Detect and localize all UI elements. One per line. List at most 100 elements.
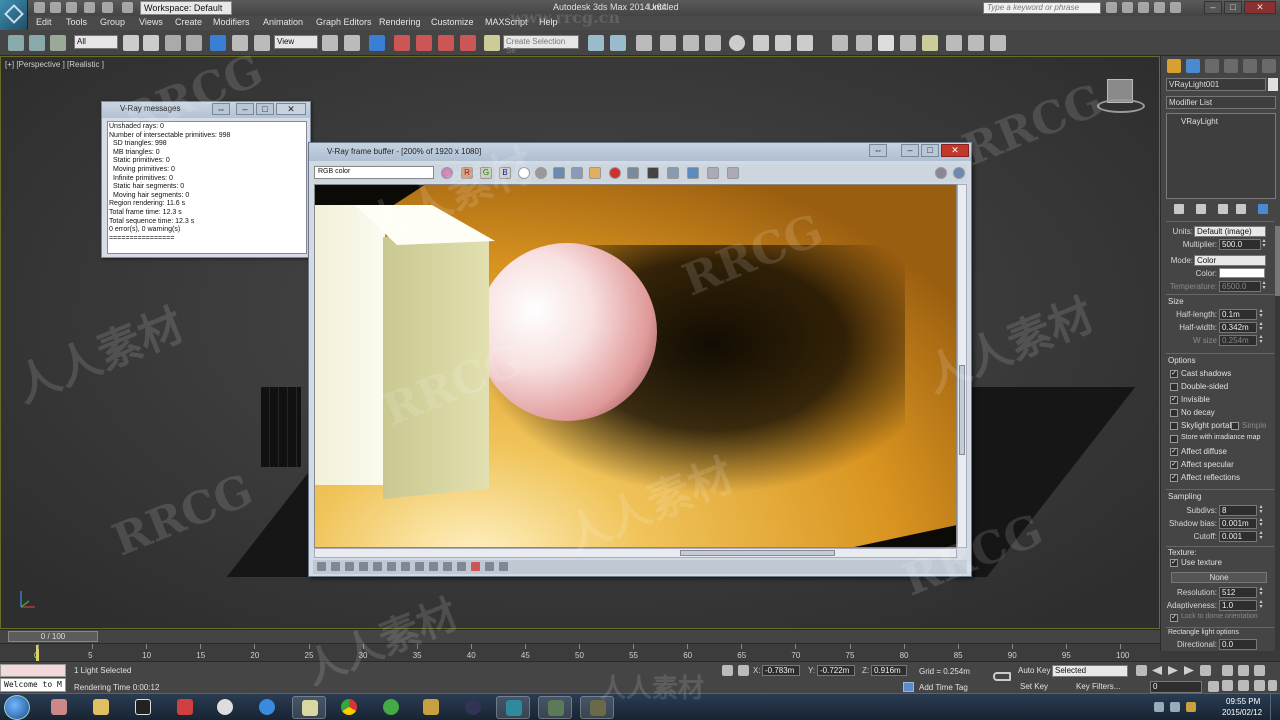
affect-specular-checkbox[interactable]: ✓	[1170, 461, 1178, 469]
maxscript-listener-output[interactable]: Welcome to M	[0, 678, 66, 692]
half-width-field[interactable]: 0.342m	[1219, 322, 1257, 333]
redo-icon[interactable]	[102, 2, 113, 13]
vfb-vertical-scrollbar[interactable]	[957, 184, 967, 548]
save-icon[interactable]	[66, 2, 77, 13]
configure-modifier-sets-icon[interactable]	[1258, 204, 1268, 214]
subdivs-field[interactable]: 8	[1219, 505, 1257, 516]
pivot-point-icon[interactable]	[322, 35, 338, 51]
affect-diffuse-checkbox[interactable]: ✓	[1170, 448, 1178, 456]
vfb-bottom-icon-12[interactable]	[471, 562, 480, 571]
mode-dropdown[interactable]: Color	[1194, 255, 1266, 266]
channel-dropdown[interactable]: RGB color	[314, 166, 434, 179]
y-coord-field[interactable]: -0.722m	[817, 665, 855, 676]
spinner-snap-icon[interactable]	[460, 35, 476, 51]
menu-views[interactable]: Views	[139, 17, 163, 27]
temperature-field[interactable]: 6500.0	[1219, 281, 1261, 292]
render-setup-icon[interactable]	[753, 35, 769, 51]
select-and-manipulate-icon[interactable]	[344, 35, 360, 51]
region-render-icon[interactable]	[667, 167, 679, 179]
select-and-rotate-icon[interactable]	[232, 35, 248, 51]
time-config-icon[interactable]	[1208, 681, 1219, 692]
taskbar-app-11[interactable]	[456, 696, 490, 719]
modify-tab-icon[interactable]	[1186, 59, 1200, 73]
zoom-all-icon[interactable]	[1238, 665, 1249, 676]
subdivs-spinner[interactable]: ▴ ▾	[1258, 504, 1264, 516]
vfb-bottom-icon-8[interactable]	[415, 562, 424, 571]
load-image-icon[interactable]	[571, 167, 583, 179]
double-sided-checkbox[interactable]	[1170, 383, 1178, 391]
taskbar-app-13[interactable]	[538, 696, 572, 719]
undo-icon[interactable]	[84, 2, 95, 13]
show-desktop-button[interactable]	[1270, 694, 1280, 720]
vfb-horizontal-scrollbar[interactable]	[314, 548, 957, 558]
menu-tools[interactable]: Tools	[66, 17, 87, 27]
align-icon[interactable]	[610, 35, 626, 51]
play-icon[interactable]	[1168, 666, 1178, 675]
taskbar-app-10[interactable]	[414, 696, 448, 719]
modifier-stack-entry[interactable]: VRayLight	[1181, 117, 1218, 126]
auto-key-button[interactable]: Auto Key	[1018, 666, 1050, 675]
taskbar-app-7[interactable]	[292, 696, 326, 719]
time-slider-knob[interactable]: 0 / 100	[8, 631, 98, 642]
workspace-dropdown[interactable]: Workspace: Default	[140, 1, 232, 15]
add-time-tag-button[interactable]: Add Time Tag	[919, 683, 968, 692]
modifier-stack[interactable]: VRayLight	[1166, 113, 1276, 199]
vfb-history-icon[interactable]	[935, 167, 947, 179]
bind-space-warp-icon[interactable]	[50, 35, 66, 51]
vray-frame-buffer-window[interactable]: V-Ray frame buffer - [200% of 1920 x 108…	[308, 142, 972, 577]
clock-date[interactable]: 2015/02/12	[1222, 708, 1262, 717]
pixel-info-icon[interactable]	[727, 167, 739, 179]
help-search-input[interactable]: Type a keyword or phrase	[983, 2, 1101, 14]
vray-toolbar-icon-5[interactable]	[922, 35, 938, 51]
vfb-bottom-icon-6[interactable]	[387, 562, 396, 571]
multiplier-spinner[interactable]: ▴ ▾	[1261, 238, 1267, 250]
maximize-viewport-icon[interactable]	[1268, 680, 1277, 691]
tray-icon-network[interactable]	[1154, 702, 1164, 712]
affect-reflections-checkbox[interactable]: ✓	[1170, 474, 1178, 482]
display-color-icon[interactable]	[441, 167, 453, 179]
clock-time[interactable]: 09:55 PM	[1226, 697, 1260, 706]
close-button[interactable]: ✕	[1244, 1, 1276, 14]
menu-graph-editors[interactable]: Graph Editors	[316, 17, 372, 27]
invisible-checkbox[interactable]: ✓	[1170, 396, 1178, 404]
taskbar-app-5[interactable]	[208, 696, 242, 719]
vfb-settings-icon[interactable]	[953, 167, 965, 179]
maxscript-listener-input[interactable]	[0, 664, 66, 677]
selection-filter-dropdown[interactable]: All	[74, 35, 118, 49]
maximize-button[interactable]: □	[1224, 1, 1242, 14]
app-logo-icon[interactable]	[0, 0, 28, 30]
minimize-button[interactable]: –	[1204, 1, 1222, 14]
unlink-icon[interactable]	[29, 35, 45, 51]
vray-toolbar-icon-7[interactable]	[968, 35, 984, 51]
shadow-bias-field[interactable]: 0.001m	[1219, 518, 1257, 529]
orbit-icon[interactable]	[1254, 680, 1265, 691]
utilities-tab-icon[interactable]	[1262, 59, 1276, 73]
rendered-frame-window-icon[interactable]	[775, 35, 791, 51]
hierarchy-tab-icon[interactable]	[1205, 59, 1219, 73]
vfb-bottom-icon-9[interactable]	[429, 562, 438, 571]
duplicate-to-max-fb-icon[interactable]	[627, 167, 639, 179]
next-frame-icon[interactable]	[1184, 666, 1194, 675]
tray-icon-volume[interactable]	[1170, 702, 1180, 712]
snaps-toggle-icon[interactable]	[394, 35, 410, 51]
keyboard-shortcut-override-icon[interactable]	[369, 35, 385, 51]
save-image-icon[interactable]	[553, 167, 565, 179]
pin-stack-icon[interactable]	[1174, 204, 1184, 214]
stop-render-icon[interactable]	[609, 167, 621, 179]
vfb-bottom-icon-1[interactable]	[317, 562, 326, 571]
edit-named-selection-icon[interactable]	[484, 35, 500, 51]
clear-image-icon[interactable]	[589, 167, 601, 179]
menu-rendering[interactable]: Rendering	[379, 17, 421, 27]
vfb-bottom-icon-2[interactable]	[331, 562, 340, 571]
vfb-bottom-icon-10[interactable]	[443, 562, 452, 571]
modifier-list-dropdown[interactable]: Modifier List	[1166, 96, 1276, 109]
multiplier-field[interactable]: 500.0	[1219, 239, 1261, 250]
adaptiveness-field[interactable]: 1.0	[1219, 600, 1257, 611]
go-to-end-icon[interactable]	[1200, 665, 1211, 676]
taskbar-app-6[interactable]	[250, 696, 284, 719]
half-width-spinner[interactable]: ▴ ▾	[1258, 321, 1264, 333]
vfb-bottom-icon-13[interactable]	[485, 562, 494, 571]
vray-toolbar-icon-2[interactable]	[856, 35, 872, 51]
favorites-icon[interactable]	[1154, 2, 1165, 13]
taskbar-app-14[interactable]	[580, 696, 614, 719]
